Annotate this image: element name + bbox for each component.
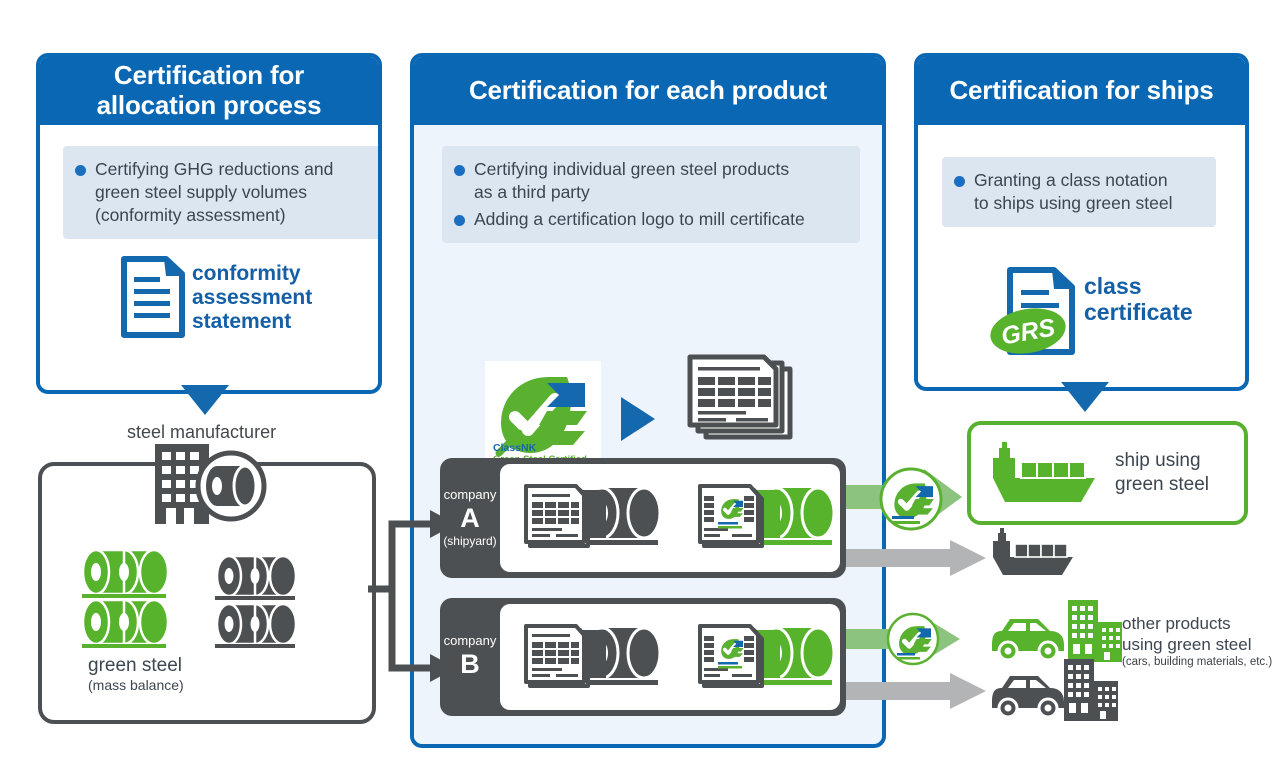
company-b-caption: company B — [443, 632, 497, 680]
ship-using-green-steel-box: ship using green steel — [967, 421, 1248, 525]
bullet-dot-icon — [454, 165, 465, 176]
company-a-caption: company A (shipyard) — [443, 486, 497, 548]
class-certificate-label: class certificate — [1084, 273, 1193, 326]
class-certificate-group: GRS — [990, 266, 1078, 356]
gray-ship-icon — [993, 528, 1073, 575]
allocation-bullet-box: Certifying GHG reductions and green stee… — [63, 146, 378, 240]
gray-car-icon — [992, 676, 1064, 719]
panel-ships-title: Certification for ships — [918, 57, 1245, 125]
gray-building-icon — [1064, 659, 1118, 721]
panel-allocation-process: Certification for allocation process Cer… — [36, 53, 382, 394]
company-b-row: company B — [440, 598, 846, 716]
bullet-text: Certifying GHG reductions and green stee… — [95, 159, 334, 226]
bullet-item: Granting a class notation to ships using… — [954, 169, 1202, 215]
panel-ships: Certification for ships Granting a class… — [914, 53, 1249, 391]
gray-right-arrow-products — [846, 673, 986, 709]
bullet-text: Granting a class notation to ships using… — [974, 170, 1173, 214]
mill-certificate-group — [686, 354, 802, 443]
ship-using-green-steel-label: ship using green steel — [1115, 450, 1210, 495]
ships-bullet-box: Granting a class notation to ships using… — [942, 157, 1216, 228]
company-a-content — [500, 464, 840, 572]
green-building-icon — [1068, 600, 1122, 662]
gray-certificate-and-coils-icon — [524, 484, 662, 548]
ordinary-steel-coils-icon — [215, 554, 298, 648]
mill-certificate-icon — [687, 354, 793, 440]
other-products-note: (cars, building materials, etc.) — [1122, 655, 1273, 668]
bullet-dot-icon — [454, 215, 465, 227]
company-a-row: company A (shipyard) — [440, 458, 846, 578]
bullet-dot-icon — [954, 176, 965, 187]
infographic-canvas: Certification for allocation process Cer… — [0, 0, 1278, 780]
panel-allocation-title-line1: Certification for — [113, 60, 305, 91]
classnk-certified-badge-icon — [886, 612, 940, 666]
green-car-icon — [992, 619, 1064, 662]
product-bullet-box: Certifying individual green steel produc… — [442, 146, 860, 244]
panel-product-title: Certification for each product — [414, 57, 882, 125]
panel-allocation-body: Certifying GHG reductions and green stee… — [40, 125, 378, 386]
blue-triangle-arrow — [621, 397, 655, 441]
bullet-text: Certifying individual green steel produc… — [474, 159, 790, 203]
panel-allocation-title: Certification for allocation process — [40, 57, 378, 125]
bullet-item: Adding a certification logo to mill cert… — [454, 208, 846, 231]
green-steel-coils-icon — [81, 548, 170, 648]
green-steel-label: green steel (mass balance) — [88, 655, 184, 693]
bullet-dot-icon — [75, 165, 86, 176]
gray-certificate-and-coils-icon — [524, 624, 662, 688]
blue-down-arrow-allocation — [181, 385, 229, 415]
blue-down-arrow-ships — [1061, 382, 1109, 412]
bullet-text: Adding a certification logo to mill cert… — [474, 209, 805, 230]
gray-right-arrow-ship — [846, 540, 986, 576]
green-certificate-and-coils-icon — [698, 624, 836, 688]
green-certificate-and-coils-icon — [698, 484, 836, 548]
panel-allocation-title-line2: allocation process — [96, 90, 322, 120]
classnk-certified-badge-icon — [879, 467, 943, 531]
conformity-statement-label: conformity assessment statement — [192, 262, 313, 333]
panel-ships-body: Granting a class notation to ships using… — [918, 125, 1245, 383]
grs-badge-icon: GRS — [990, 308, 1066, 354]
bullet-item: Certifying individual green steel produc… — [454, 158, 846, 204]
other-products-label: other products using green steel (cars, … — [1122, 614, 1273, 668]
steel-manufacturer-caption: steel manufacturer — [127, 422, 277, 442]
company-b-content — [500, 604, 840, 710]
green-ship-icon — [993, 442, 1095, 502]
bullet-item: Certifying GHG reductions and green stee… — [75, 158, 368, 227]
conformity-assessment-statement-group — [120, 255, 186, 339]
factory-and-coil-icon — [155, 444, 267, 524]
document-icon — [121, 256, 185, 338]
